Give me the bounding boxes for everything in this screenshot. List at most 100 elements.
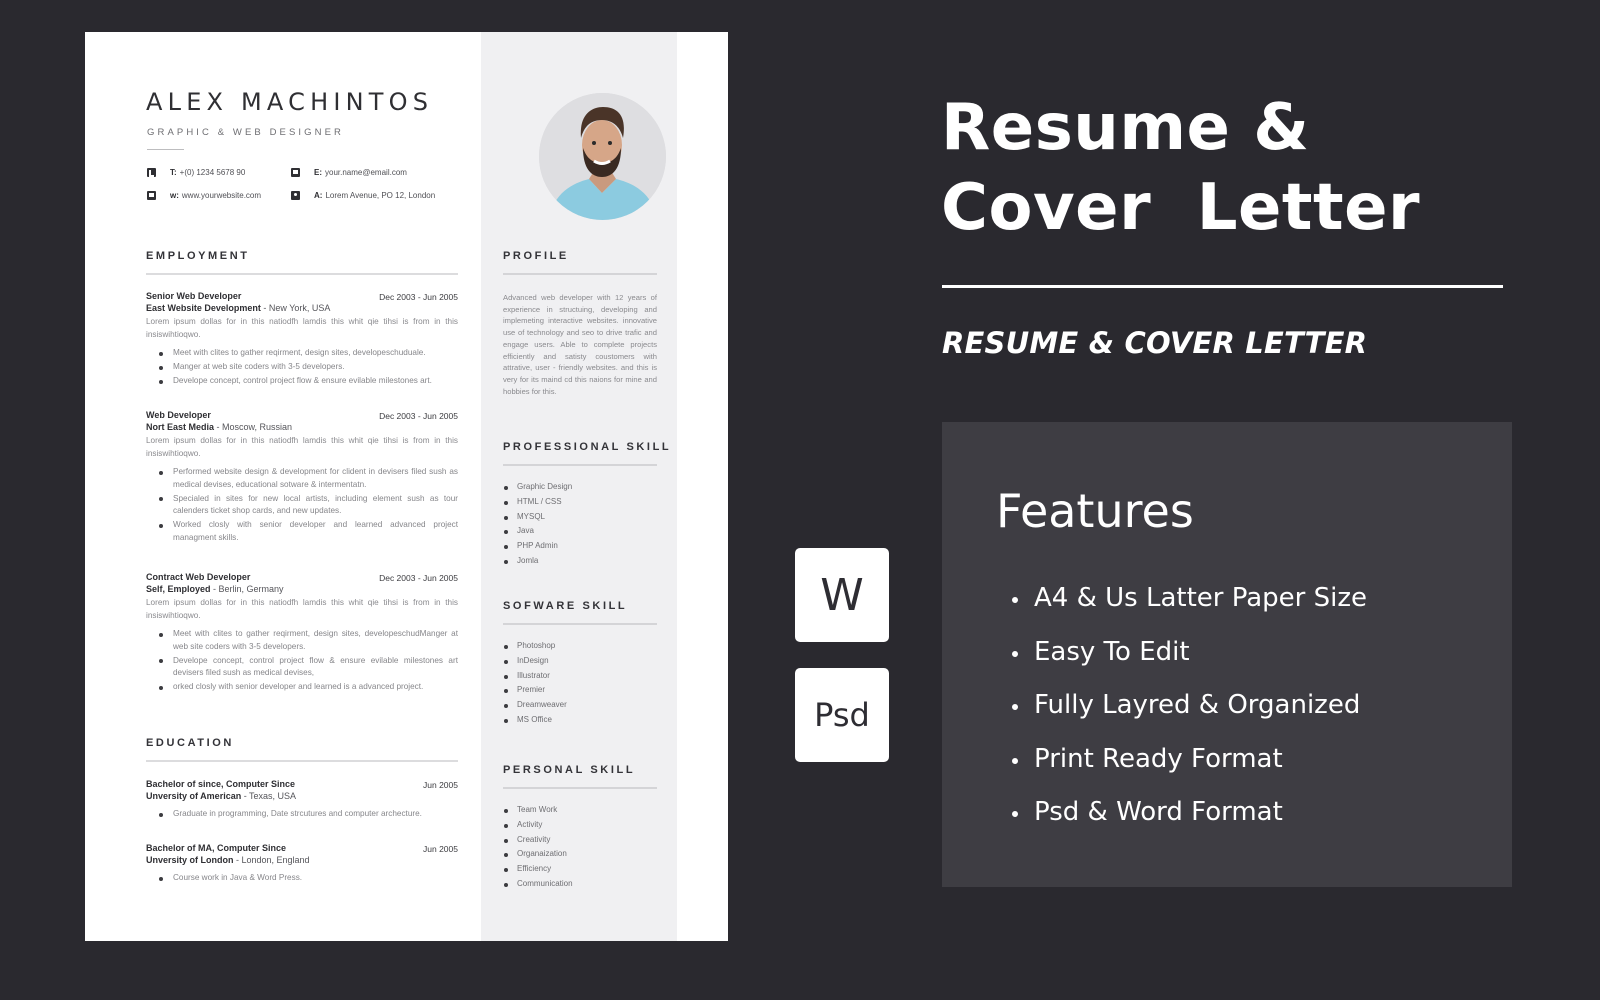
contact-address: A: Lorem Avenue, PO 12, London [291,191,435,200]
list-item: Meet with clites to gather reqirment, de… [159,628,458,653]
contact-label: A: [314,191,323,200]
word-format-icon: W [795,548,889,642]
company-name: East Website Development [146,303,261,313]
education-bullets: Graduate in programming, Date strcutures… [146,808,458,821]
education-bullets: Course work in Java & Word Press. [146,872,458,885]
professional-skill-divider [503,464,657,466]
list-item: Communication [503,877,573,892]
school-name: Unversity of American [146,791,242,801]
list-item: Manger at web site coders with 3-5 devel… [159,361,458,374]
list-item: Jomla [503,554,572,569]
job-bullets: Performed website design & development f… [146,466,458,544]
personal-skill-divider [503,787,657,789]
list-item: Course work in Java & Word Press. [159,872,458,885]
job-company: Nort East Media - Moscow, Russian [146,421,458,434]
phone-icon [147,168,156,177]
job-date: Dec 2003 - Jun 2005 [379,411,458,421]
job-date: Dec 2003 - Jun 2005 [379,573,458,583]
word-format-label: W [820,569,864,621]
promo-title-line-1: Resume & [941,91,1310,165]
education-divider [146,760,458,762]
features-panel: Features A4 & Us Latter Paper Size Easy … [942,422,1512,887]
company-location: - Moscow, Russian [214,422,293,432]
list-item: MS Office [503,713,567,728]
portrait-image [539,93,666,220]
candidate-role: GRAPHIC & WEB DESIGNER [147,127,344,138]
profile-photo [539,93,666,220]
contact-value: +(0) 1234 5678 90 [179,168,246,177]
contact-email: E: your.name@email.com [291,168,407,177]
software-skill-divider [503,623,657,625]
feature-item: Fully Layred & Organized [1012,679,1367,733]
company-name: Nort East Media [146,422,215,432]
list-item: PHP Admin [503,539,572,554]
degree-title: Bachelor of since, Computer Since [146,779,296,789]
job-entry: Senior Web Developer Dec 2003 - Jun 2005… [146,290,458,389]
list-item: Develope concept, control project flow &… [159,375,458,388]
feature-item: A4 & Us Latter Paper Size [1012,572,1367,626]
contact-label: w: [170,191,179,200]
profile-divider [503,273,657,275]
degree-date: Jun 2005 [423,780,458,790]
job-bullets: Meet with clites to gather reqirment, de… [146,628,458,694]
features-list: A4 & Us Latter Paper Size Easy To Edit F… [1012,572,1367,840]
school-location: - Texas, USA [241,791,297,801]
promo-subtitle: RESUME & COVER LETTER [942,326,1368,360]
list-item: Premier [503,683,567,698]
feature-item: Psd & Word Format [1012,786,1367,840]
profile-text: Advanced web developer with 12 years of … [503,293,657,396]
features-heading: Features [996,484,1194,538]
personal-skill-list: Team Work Activity Creativity Organaizat… [503,803,573,892]
contact-label: E: [314,168,322,177]
company-location: - Berlin, Germany [210,584,284,594]
contact-label: T: [170,168,177,177]
company-location: - New York, USA [260,303,331,313]
degree-title: Bachelor of MA, Computer Since [146,843,287,853]
school-location: - London, England [233,855,310,865]
education-entry: Bachelor of MA, Computer Since Jun 2005 … [146,842,458,886]
location-pin-icon [291,191,300,200]
job-description: Lorem ipsum dollas for in this natiodfh … [146,317,458,339]
job-entry: Web Developer Dec 2003 - Jun 2005 Nort E… [146,409,458,546]
name-divider [147,149,184,150]
contact-value: www.yourwebsite.com [181,191,262,200]
contact-phone: T: +(0) 1234 5678 90 [147,168,245,177]
feature-item: Easy To Edit [1012,626,1367,680]
employment-heading: EMPLOYMENT [146,250,250,262]
psd-format-icon: Psd [795,668,889,762]
degree-date: Jun 2005 [423,844,458,854]
psd-format-label: Psd [814,696,870,734]
job-entry: Contract Web Developer Dec 2003 - Jun 20… [146,571,458,695]
school: Unversity of American - Texas, USA [146,790,458,803]
list-item: Team Work [503,803,573,818]
list-item: Activity [503,818,573,833]
software-skill-heading: SOFWARE SKILL [503,600,628,612]
list-item: Develope concept, control project flow &… [159,655,458,680]
web-icon [147,191,156,200]
job-company: Self, Employed - Berlin, Germany [146,583,458,596]
employment-divider [146,273,458,275]
education-entry: Bachelor of since, Computer Since Jun 20… [146,778,458,822]
list-item: Efficiency [503,862,573,877]
promo-title: Resume & Cover Letter [941,88,1420,248]
list-item: Meet with clites to gather reqirment, de… [159,347,458,360]
profile-heading: PROFILE [503,250,569,262]
job-company: East Website Development - New York, USA [146,302,458,315]
company-name: Self, Employed [146,584,211,594]
resume-page: ALEX MACHINTOS GRAPHIC & WEB DESIGNER T:… [85,32,728,941]
professional-skill-heading: PROFESSIONAL SKILL [503,441,672,453]
list-item: MYSQL [503,510,572,525]
promo-title-line-2: Cover Letter [941,171,1421,245]
software-skill-list: Photoshop InDesign Illustrator Premier D… [503,639,567,728]
contact-website: w: www.yourwebsite.com [147,191,261,200]
list-item: Worked closly with senior developer and … [159,519,458,544]
job-description: Lorem ipsum dollas for in this natiodfh … [146,598,458,620]
education-heading: EDUCATION [146,737,234,749]
list-item: Dreamweaver [503,698,567,713]
list-item: Performed website design & development f… [159,466,458,491]
list-item: InDesign [503,654,567,669]
list-item: Creativity [503,833,573,848]
feature-item: Print Ready Format [1012,733,1367,787]
list-item: Specialed in sites for new local artists… [159,493,458,518]
mail-icon [291,168,300,177]
